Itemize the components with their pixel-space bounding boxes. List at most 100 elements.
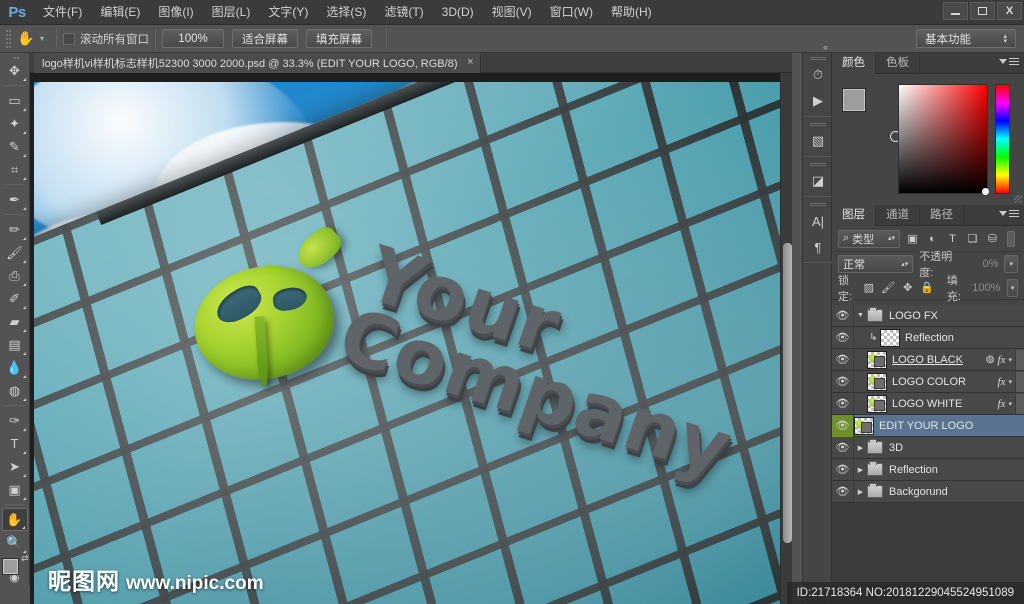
fill-screen-button[interactable]: 填充屏幕 [306, 29, 373, 48]
layer-filter-type-select[interactable]: ⌕ 类型 ▴▾ [838, 229, 900, 248]
menu-window[interactable]: 窗口(W) [541, 0, 602, 25]
blur-tool[interactable]: 💧 [2, 356, 28, 379]
history-icon[interactable]: ⏱ [803, 62, 833, 88]
chevron-down-icon[interactable]: ▼ [854, 312, 867, 319]
crop-tool[interactable]: ⌗ [2, 158, 28, 181]
filter-pixel-icon[interactable]: ▣ [905, 231, 920, 247]
menu-view[interactable]: 视图(V) [483, 0, 541, 25]
layer-fx-icon[interactable]: fx [998, 354, 1006, 366]
adjustments-icon[interactable]: ◪ [803, 168, 833, 194]
path-selection-tool[interactable]: ➤ [2, 455, 28, 478]
scrollbar-thumb[interactable] [783, 243, 792, 543]
color-panel-menu-icon[interactable] [999, 58, 1019, 65]
tool-preset-chevron-down-icon[interactable]: ▾ [40, 34, 44, 43]
color-field[interactable] [898, 84, 988, 194]
lock-position-icon[interactable]: ✥ [902, 280, 913, 296]
fit-screen-button[interactable]: 适合屏幕 [232, 29, 299, 48]
lock-transparent-pixels-icon[interactable]: ▨ [863, 280, 874, 296]
layer-row[interactable]: 👁 ▶ Backgorund [832, 480, 1024, 503]
type-tool[interactable]: T [2, 432, 28, 455]
layer-row[interactable]: 👁 LOGO WHITE fx ▾ [832, 392, 1024, 415]
maximize-button[interactable] [970, 2, 995, 20]
tab-color[interactable]: 颜色 [832, 53, 876, 74]
zoom-tool[interactable]: 🔍 [2, 531, 28, 554]
menu-select[interactable]: 选择(S) [317, 0, 375, 25]
quick-selection-tool[interactable]: ✎ [2, 135, 28, 158]
document-image[interactable]: Your Company 昵图网 www.nipic.com [34, 82, 784, 604]
clone-stamp-tool[interactable]: ⎙ [2, 264, 28, 287]
menu-type[interactable]: 文字(Y) [259, 0, 317, 25]
character-panel-icon[interactable]: A| [803, 208, 833, 234]
layer-visibility-eye-icon[interactable]: 👁 [832, 414, 854, 437]
panel-resize-grip[interactable] [1014, 195, 1022, 203]
layer-row[interactable]: 👁 ↳ Reflection [832, 326, 1024, 349]
menu-image[interactable]: 图像(I) [149, 0, 202, 25]
layer-visibility-eye-icon[interactable]: 👁 [832, 305, 854, 327]
brush-tool[interactable]: 🖌 [2, 241, 28, 264]
layer-list[interactable]: 👁 ▼ LOGO FX 👁 ↳ Reflection 👁 LOGO BLACK ◍ fx ▾ 👁 LOG… [832, 305, 1024, 604]
dock-group-grip[interactable] [803, 199, 833, 208]
foreground-color-swatch[interactable] [1, 558, 19, 576]
layer-fx-icon[interactable]: fx [998, 398, 1006, 410]
document-tab[interactable]: logo样机vi样机标志样机52300 3000 2000.psd @ 33.3… [34, 53, 481, 73]
chevron-right-icon[interactable]: ▶ [854, 488, 867, 496]
fill-value[interactable]: 100% [972, 282, 1000, 294]
filter-adjustment-icon[interactable]: ◐ [925, 231, 940, 247]
menu-3d[interactable]: 3D(D) [433, 0, 483, 25]
healing-brush-tool[interactable]: ✏ [2, 218, 28, 241]
eraser-tool[interactable]: ▰ [2, 310, 28, 333]
minimize-button[interactable] [943, 2, 968, 20]
layer-row[interactable]: 👁 ▶ 3D [832, 436, 1024, 459]
collapse-panels-icon[interactable]: « [823, 42, 828, 52]
hue-strip[interactable] [995, 84, 1010, 194]
menu-edit[interactable]: 编辑(E) [91, 0, 149, 25]
filter-shape-icon[interactable]: ❏ [965, 231, 980, 247]
move-tool[interactable]: ✥ [2, 59, 28, 82]
layer-visibility-eye-icon[interactable]: 👁 [832, 480, 854, 503]
opacity-stepper[interactable]: ▾ [1004, 255, 1018, 273]
pen-tool[interactable]: ✑ [2, 409, 28, 432]
document-tab-close-icon[interactable]: × [467, 56, 473, 68]
color-swatches[interactable]: ⇄ [1, 553, 29, 585]
dock-group-grip[interactable] [803, 53, 833, 62]
layer-fx-expand-chevron-icon[interactable]: ▾ [1008, 400, 1012, 408]
rectangle-tool[interactable]: ▣ [2, 478, 28, 501]
lock-image-pixels-icon[interactable]: 🖌 [881, 280, 895, 296]
layer-row[interactable]: 👁 LOGO BLACK ◍ fx ▾ [832, 348, 1024, 371]
menu-file[interactable]: 文件(F) [34, 0, 91, 25]
lasso-tool[interactable]: ✦ [2, 112, 28, 135]
filter-type-text-icon[interactable]: T [945, 231, 960, 247]
layer-row[interactable]: 👁 EDIT YOUR LOGO [832, 414, 1024, 437]
layer-row[interactable]: 👁 LOGO COLOR fx ▾ [832, 370, 1024, 393]
menu-layer[interactable]: 图层(L) [203, 0, 260, 25]
layer-row[interactable]: 👁 ▼ LOGO FX [832, 305, 1024, 327]
layers-panel-menu-icon[interactable] [999, 210, 1019, 217]
dock-group-grip[interactable] [803, 159, 833, 168]
tab-paths[interactable]: 路径 [920, 205, 964, 226]
color-panel-foreground-swatch[interactable] [842, 88, 866, 112]
dodge-tool[interactable]: ◍ [2, 379, 28, 402]
marquee-tool[interactable]: ▭ [2, 89, 28, 112]
canvas-vertical-scrollbar[interactable] [780, 73, 792, 604]
chevron-right-icon[interactable]: ▶ [854, 466, 867, 474]
menu-help[interactable]: 帮助(H) [602, 0, 661, 25]
blend-mode-select[interactable]: 正常 ▴▾ [838, 255, 914, 273]
workspace-selector[interactable]: 基本功能 ▴ ▾ [916, 29, 1016, 48]
layer-visibility-eye-icon[interactable]: 👁 [832, 458, 854, 481]
actions-play-icon[interactable]: ▶ [803, 88, 833, 114]
history-brush-tool[interactable]: ✐ [2, 287, 28, 310]
layer-fx-expand-chevron-icon[interactable]: ▾ [1008, 378, 1012, 386]
tab-layers[interactable]: 图层 [832, 205, 876, 226]
layer-visibility-eye-icon[interactable]: 👁 [832, 326, 854, 349]
scroll-all-windows-checkbox[interactable]: 滚动所有窗口 [63, 31, 149, 47]
layer-visibility-eye-icon[interactable]: 👁 [832, 436, 854, 459]
paragraph-panel-icon[interactable]: ¶ [803, 234, 833, 260]
chevron-right-icon[interactable]: ▶ [854, 444, 867, 452]
layer-fx-expand-chevron-icon[interactable]: ▾ [1008, 356, 1012, 364]
tab-channels[interactable]: 通道 [876, 205, 920, 226]
checkbox-box[interactable] [63, 32, 76, 45]
layer-visibility-eye-icon[interactable]: 👁 [832, 348, 854, 371]
3d-panel-icon[interactable]: ▧ [803, 128, 833, 154]
dock-group-grip[interactable] [803, 119, 833, 128]
swap-colors-icon[interactable]: ⇄ [21, 553, 29, 564]
